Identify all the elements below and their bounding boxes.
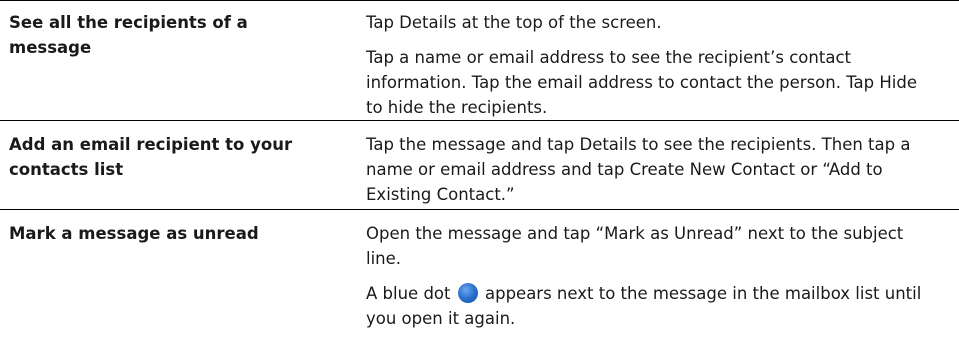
task-description: Tap Details at the top of the screen. Ta…: [366, 10, 926, 120]
table-row: Add an email recipient to your contacts …: [0, 120, 959, 209]
blue-dot-text-after: appears next to the message in the mailb…: [366, 284, 922, 328]
task-label: Add an email recipient to your contacts …: [9, 135, 293, 179]
instructions-table: See all the recipients of a message Tap …: [0, 0, 959, 360]
description-paragraph-blue-dot: A blue dot appears next to the message i…: [366, 281, 926, 331]
blue-dot-icon: [457, 283, 478, 303]
task-label: Mark a message as unread: [9, 224, 259, 243]
task-description: Open the message and tap “Mark as Unread…: [366, 221, 926, 331]
task-description: Tap the message and tap Details to see t…: [366, 132, 926, 207]
description-paragraph: Tap a name or email address to see the r…: [366, 48, 918, 117]
description-paragraph: Open the message and tap “Mark as Unread…: [366, 224, 904, 268]
description-paragraph: Tap the message and tap Details to see t…: [366, 135, 911, 204]
description-paragraph: Tap Details at the top of the screen.: [366, 13, 662, 32]
task-label: See all the recipients of a message: [9, 13, 248, 57]
blue-dot-text-before: A blue dot: [366, 284, 451, 303]
table-row: Mark a message as unread Open the messag…: [0, 209, 959, 360]
table-row: See all the recipients of a message Tap …: [0, 0, 959, 120]
